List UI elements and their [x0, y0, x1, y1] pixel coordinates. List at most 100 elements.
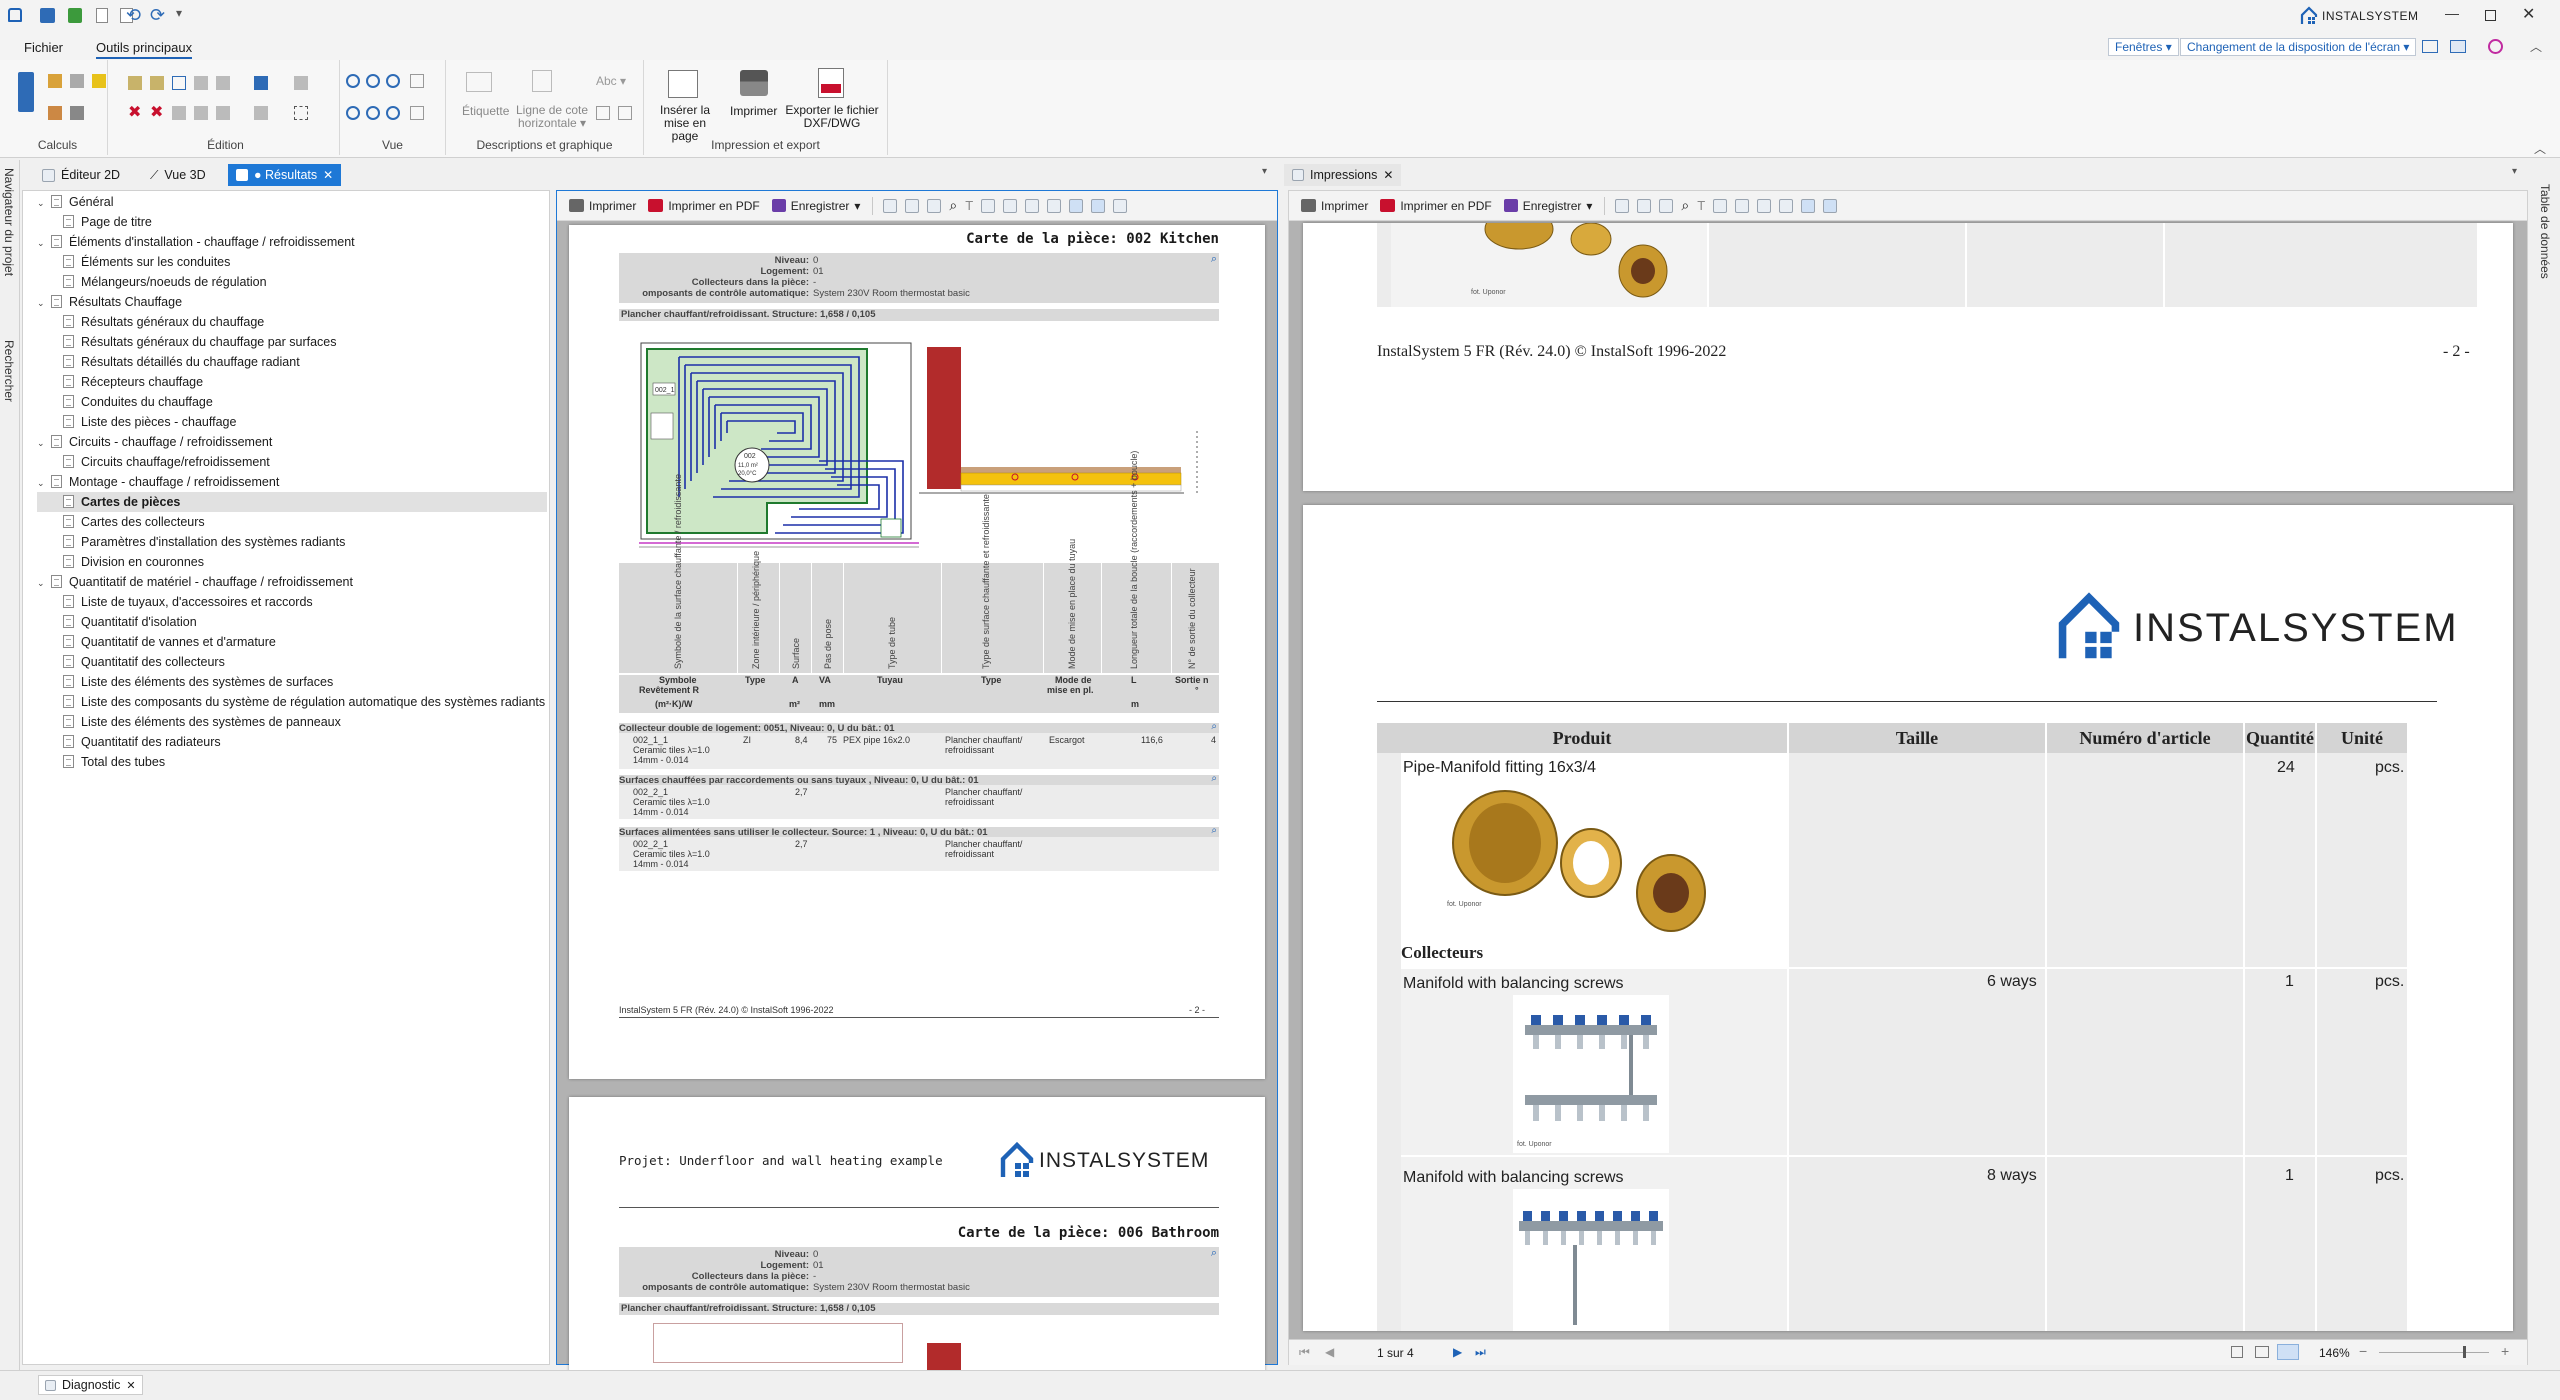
close-window-button[interactable]: ✕ [2522, 4, 2535, 24]
tool-icon-1[interactable] [883, 198, 898, 213]
tab-resultats[interactable]: ● Résultats ✕ [228, 164, 342, 186]
tool-icon-2[interactable] [905, 198, 920, 213]
undo-icon[interactable]: ⟲ [126, 5, 141, 26]
zoom-all-icon[interactable] [386, 106, 400, 120]
dimension-line-text[interactable]: Ligne de cote horizontale ▾ [516, 104, 588, 130]
actual-size-icon[interactable] [2277, 1344, 2299, 1360]
edit-icon-10[interactable] [216, 106, 230, 120]
imp-save-button[interactable]: Enregistrer ▾ [1498, 195, 1599, 217]
imp-find-icon[interactable]: ⌕ [1681, 197, 1689, 214]
blank-page-icon[interactable] [96, 8, 108, 23]
zoom-fit-icon[interactable] [386, 74, 400, 88]
fit-page-icon[interactable] [2231, 1346, 2243, 1358]
calc-icon-3[interactable] [92, 74, 106, 88]
fit-width-icon[interactable] [2255, 1346, 2269, 1358]
calc-icon-2[interactable] [70, 74, 84, 88]
section-3-search-icon[interactable]: ⌕ [1211, 825, 1217, 836]
tab-impressions-close-icon[interactable]: ✕ [1383, 164, 1393, 186]
print-ribbon-text[interactable]: Imprimer [730, 104, 777, 118]
tree-item[interactable]: Éléments sur les conduites [37, 252, 547, 272]
imp-tool-icon-2[interactable] [1637, 198, 1652, 213]
tree-item[interactable]: Division en couronnes [37, 552, 547, 572]
chevron-down-icon[interactable]: ⌄ [37, 293, 51, 313]
view-icon-2[interactable] [1003, 198, 1018, 213]
zoom-in-button[interactable]: + [2501, 1343, 2509, 1359]
tree-item[interactable]: Récepteurs chauffage [37, 372, 547, 392]
tree-item[interactable]: Résultats détaillés du chauffage radiant [37, 352, 547, 372]
edit-icon-2[interactable] [150, 76, 164, 90]
tree-item[interactable]: Liste des composants du système de régul… [37, 692, 547, 712]
zoom-slider-thumb[interactable] [2463, 1346, 2466, 1358]
prev-page-button[interactable]: ◀ [1325, 1345, 1334, 1359]
view-icon-4[interactable] [1047, 198, 1062, 213]
cut-icon[interactable]: ✖ [150, 105, 163, 121]
tree-item[interactable]: Liste des éléments des systèmes de panne… [37, 712, 547, 732]
imp-tool-icon-1[interactable] [1615, 198, 1630, 213]
tree-item[interactable]: Mélangeurs/noeuds de régulation [37, 272, 547, 292]
tree-group[interactable]: ⌄ Éléments d'installation - chauffage / r… [37, 232, 547, 252]
label-tool-text[interactable]: Étiquette [462, 104, 509, 118]
tree-item[interactable]: Circuits chauffage/refroidissement [37, 452, 547, 472]
insert-layout-icon[interactable] [668, 70, 698, 98]
zoom-out-button[interactable]: − [2359, 1343, 2367, 1359]
view-icon-3[interactable] [1025, 198, 1040, 213]
page-indicator[interactable]: 1 sur 4 [1377, 1346, 1414, 1360]
zoom-next-icon[interactable] [366, 106, 380, 120]
export-dxf-icon[interactable] [818, 68, 844, 98]
diagnostic-tab[interactable]: Diagnostic ✕ [38, 1375, 143, 1395]
printer-icon[interactable] [740, 70, 768, 96]
imp-view-icon-1[interactable] [1713, 198, 1728, 213]
edit-icon-3[interactable] [172, 76, 186, 90]
minimize-button[interactable]: — [2445, 6, 2459, 22]
calc-icon-4[interactable] [48, 106, 62, 120]
tree-item[interactable]: Paramètres d'installation des systèmes r… [37, 532, 547, 552]
window-icon[interactable] [2450, 40, 2466, 53]
new-file-icon[interactable] [68, 8, 82, 23]
tree-item[interactable]: Page de titre [37, 212, 547, 232]
print-button[interactable]: Imprimer [563, 195, 642, 217]
help-icon[interactable] [2488, 39, 2503, 54]
data-table-dock-tab[interactable]: Table de données [2538, 184, 2554, 304]
tool-icon-3[interactable] [927, 198, 942, 213]
calc-big-icon[interactable] [18, 72, 34, 112]
tree-item[interactable]: Quantitatif de vannes et d'armature [37, 632, 547, 652]
text-icon[interactable]: T [965, 198, 973, 213]
table-insert-icon[interactable] [618, 106, 632, 120]
calc-icon-5[interactable] [70, 106, 84, 120]
imp-view-icon-6[interactable] [1823, 198, 1838, 213]
calc-icon-1[interactable] [48, 74, 62, 88]
zoom-out-icon[interactable] [366, 74, 380, 88]
tree-item[interactable]: Résultats généraux du chauffage [37, 312, 547, 332]
zoom-window-icon[interactable] [410, 74, 424, 88]
navigator-dock-tab[interactable]: Navigateur du projet [2, 168, 18, 328]
tree-item[interactable]: Conduites du chauffage [37, 392, 547, 412]
tab-list-icon[interactable]: ▾ [1262, 166, 1267, 177]
tree-item[interactable]: Résultats généraux du chauffage par surf… [37, 332, 547, 352]
imp-view-icon-3[interactable] [1757, 198, 1772, 213]
chevron-down-icon[interactable]: ⌄ [37, 233, 51, 253]
chevron-down-icon[interactable]: ⌄ [37, 573, 51, 593]
edit-icon-12[interactable] [294, 106, 308, 120]
chevron-down-icon[interactable]: ⌄ [37, 433, 51, 453]
tree-item[interactable]: Liste des pièces - chauffage [37, 412, 547, 432]
delete-icon[interactable]: ✖ [128, 105, 141, 121]
view-icon-1[interactable] [981, 198, 996, 213]
tree-group[interactable]: ⌄ Quantitatif de matériel - chauffage / r… [37, 572, 547, 592]
imp-tool-icon-3[interactable] [1659, 198, 1674, 213]
tab-vue3d[interactable]: ⟋ Vue 3D [142, 164, 214, 186]
save-icon[interactable] [40, 8, 55, 23]
search-dock-tab[interactable]: Rechercher [2, 340, 18, 460]
redo-icon[interactable]: ⟳ [150, 5, 165, 26]
edit-icon-8[interactable] [172, 106, 186, 120]
imp-view-icon-4[interactable] [1779, 198, 1794, 213]
ribbon-collapse-icon[interactable]: ︿ [2534, 140, 2546, 157]
tree-item[interactable]: Quantitatif des radiateurs [37, 732, 547, 752]
tree-item[interactable]: Quantitatif d'isolation [37, 612, 547, 632]
imp-print-pdf-button[interactable]: Imprimer en PDF [1374, 195, 1497, 217]
tree-item[interactable]: Total des tubes [37, 752, 547, 772]
edit-icon-4[interactable] [194, 76, 208, 90]
view-grid-icon[interactable] [410, 106, 424, 120]
first-page-button[interactable]: ⏮ [1299, 1345, 1310, 1360]
collapse-ribbon-icon[interactable]: ︿ [2530, 38, 2542, 55]
menu-main-tools[interactable]: Outils principaux [96, 40, 193, 59]
